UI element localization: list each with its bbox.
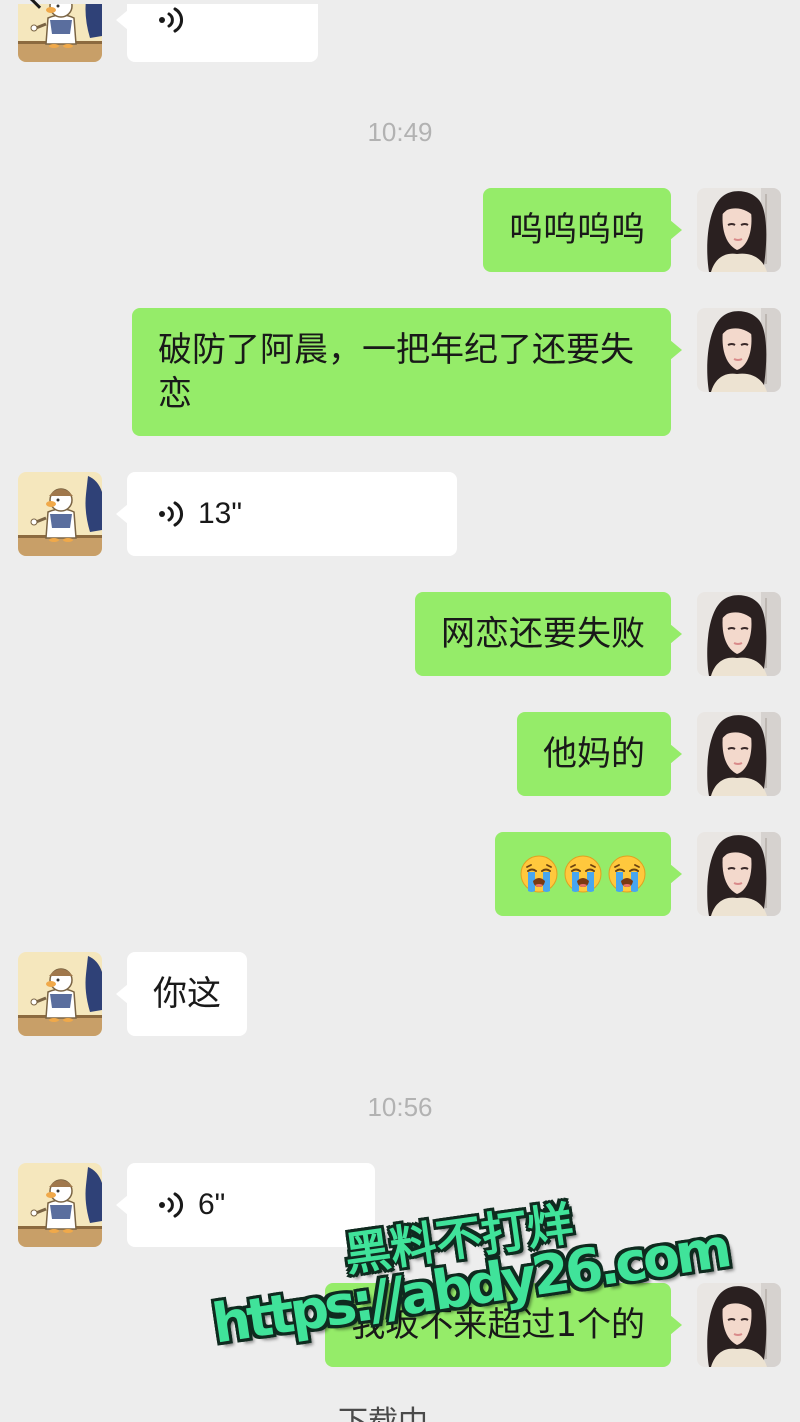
chat-header	[0, 0, 800, 9]
voice-wave-icon	[158, 5, 184, 35]
voice-wave-icon	[158, 499, 184, 529]
timestamp: 10:56	[367, 1092, 433, 1122]
girl-photo-avatar-icon	[697, 308, 781, 392]
girl-photo-avatar-icon	[697, 832, 781, 916]
voice-wave-icon	[158, 1190, 184, 1220]
loudly-crying-face-icon	[607, 854, 647, 894]
chat-screen: 10:49 呜呜呜呜 破防了阿晨，一把年纪了还要失恋 13" 网恋还要失败 他妈…	[0, 0, 800, 1422]
contact-avatar[interactable]	[18, 472, 102, 556]
message-row-outgoing: 破防了阿晨，一把年纪了还要失恋	[0, 308, 800, 436]
text-message-bubble[interactable]: 破防了阿晨，一把年纪了还要失恋	[132, 308, 682, 436]
timestamp: 10:49	[367, 117, 433, 147]
self-avatar[interactable]	[697, 188, 781, 272]
self-avatar[interactable]	[697, 1283, 781, 1367]
text-message-bubble[interactable]: 你这	[116, 952, 247, 1036]
voice-message-bubble[interactable]	[116, 0, 318, 62]
message-row-incoming: 13"	[0, 472, 800, 556]
voice-duration: 13"	[198, 497, 243, 530]
girl-photo-avatar-icon	[697, 1283, 781, 1367]
voice-message-bubble[interactable]: 13"	[116, 472, 457, 556]
self-avatar[interactable]	[697, 712, 781, 796]
contact-avatar[interactable]	[18, 1163, 102, 1247]
contact-avatar[interactable]	[18, 0, 102, 62]
emoji-message-bubble[interactable]	[495, 832, 682, 916]
message-row-outgoing: 他妈的	[0, 712, 800, 796]
self-avatar[interactable]	[697, 592, 781, 676]
self-avatar[interactable]	[697, 832, 781, 916]
girl-photo-avatar-icon	[697, 712, 781, 796]
message-row-outgoing: 呜呜呜呜	[0, 188, 800, 272]
duck-cartoon-avatar-icon	[18, 952, 102, 1036]
duck-cartoon-avatar-icon	[18, 1163, 102, 1247]
loudly-crying-face-icon	[519, 854, 559, 894]
duck-cartoon-avatar-icon	[18, 0, 102, 62]
girl-photo-avatar-icon	[697, 592, 781, 676]
voice-message-bubble[interactable]: 6"	[116, 1163, 375, 1247]
message-row-outgoing: 网恋还要失败	[0, 592, 800, 676]
contact-avatar[interactable]	[18, 952, 102, 1036]
text-message-bubble[interactable]: 他妈的	[517, 712, 682, 796]
duck-cartoon-avatar-icon	[18, 472, 102, 556]
message-row-incoming	[0, 0, 800, 62]
loudly-crying-face-icon	[563, 854, 603, 894]
text-message-bubble[interactable]: 呜呜呜呜	[483, 188, 682, 272]
message-row-incoming: 你这	[0, 952, 800, 1036]
download-status-text: 下载中	[338, 1403, 428, 1422]
message-row-outgoing	[0, 832, 800, 916]
self-avatar[interactable]	[697, 308, 781, 392]
voice-duration: 6"	[198, 1188, 226, 1221]
text-message-bubble[interactable]: 网恋还要失败	[415, 592, 682, 676]
girl-photo-avatar-icon	[697, 188, 781, 272]
